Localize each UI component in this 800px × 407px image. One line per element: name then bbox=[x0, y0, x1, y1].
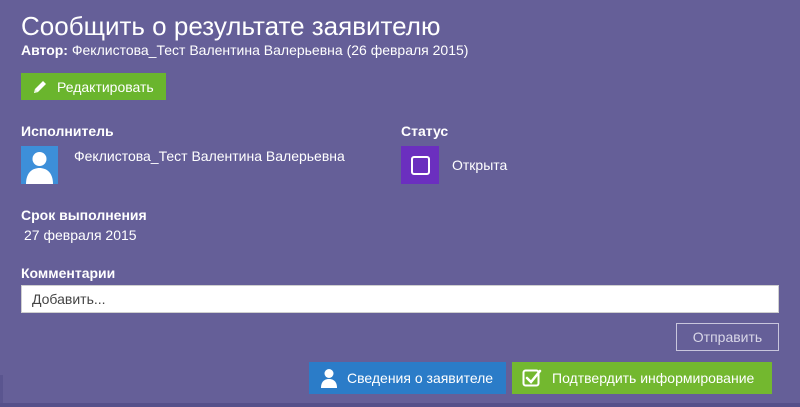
person-icon bbox=[320, 368, 338, 388]
applicant-info-label: Сведения о заявителе bbox=[347, 370, 494, 386]
confirm-notification-button[interactable]: Подтвердить информирование bbox=[512, 362, 772, 394]
checkbox-empty-icon bbox=[410, 155, 430, 175]
edit-button-label: Редактировать bbox=[57, 78, 154, 95]
status-label: Статус bbox=[401, 123, 449, 139]
status-badge bbox=[401, 146, 439, 184]
comments-label: Комментарии bbox=[21, 265, 116, 281]
confirm-notification-label: Подтвердить информирование bbox=[552, 370, 755, 386]
bottom-divider bbox=[0, 403, 800, 407]
executor-name: Феклистова_Тест Валентина Валерьевна bbox=[74, 148, 345, 164]
page-title: Сообщить о результате заявителю bbox=[21, 11, 441, 41]
checkbox-checked-icon bbox=[522, 368, 542, 388]
pencil-icon bbox=[32, 79, 48, 95]
due-label: Срок выполнения bbox=[21, 207, 147, 223]
task-card: Сообщить о результате заявителю Автор: Ф… bbox=[0, 0, 800, 407]
author-value: Феклистова_Тест Валентина Валерьевна (26… bbox=[71, 42, 469, 58]
due-value: 27 февраля 2015 bbox=[24, 227, 137, 243]
send-button[interactable]: Отправить bbox=[676, 323, 779, 351]
edit-button[interactable]: Редактировать bbox=[21, 73, 166, 100]
applicant-info-button[interactable]: Сведения о заявителе bbox=[309, 362, 506, 394]
divider bbox=[0, 375, 3, 403]
executor-label: Исполнитель bbox=[21, 123, 114, 139]
comment-input[interactable] bbox=[21, 285, 779, 313]
user-avatar-icon bbox=[21, 146, 58, 184]
author-line: Автор: Феклистова_Тест Валентина Валерье… bbox=[21, 41, 468, 59]
status-value: Открыта bbox=[452, 157, 508, 173]
author-label: Автор: bbox=[21, 42, 68, 58]
